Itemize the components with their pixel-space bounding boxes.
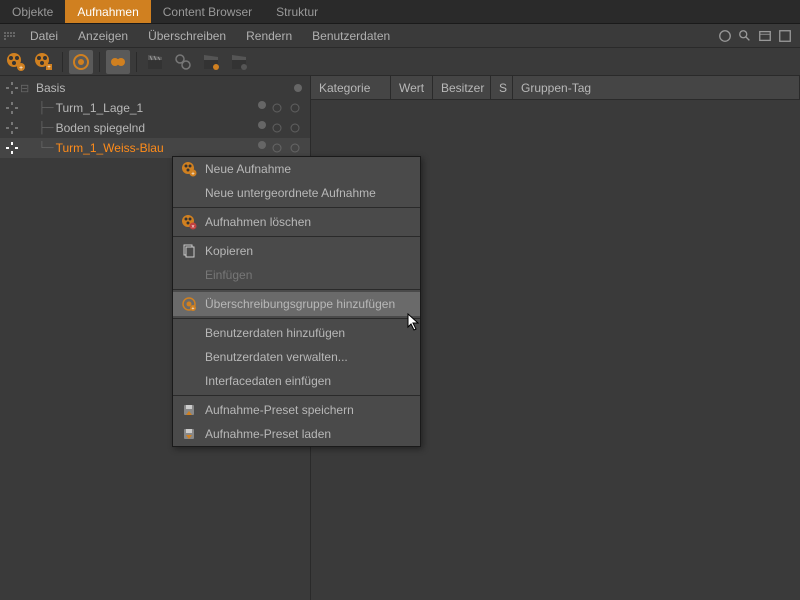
th-gruppen-tag[interactable]: Gruppen-Tag [513, 76, 800, 99]
th-besitzer[interactable]: Besitzer [433, 76, 491, 99]
gear-icon[interactable] [270, 101, 284, 115]
menu-datei[interactable]: Datei [20, 24, 68, 48]
svg-text:+: + [19, 65, 23, 72]
context-menu-label: Aufnahme-Preset laden [205, 427, 412, 441]
context-menu-item[interactable]: Neue untergeordnete Aufnahme [173, 181, 420, 205]
search-icon[interactable] [738, 29, 752, 43]
context-menu-label: Einfügen [205, 268, 412, 282]
context-menu-item[interactable]: Aufnahme-Preset laden [173, 422, 420, 446]
tree-root[interactable]: ⊟ Basis [0, 78, 310, 98]
toolbar: + + [0, 48, 800, 76]
visibility-dot-icon[interactable] [258, 101, 266, 109]
tool-gears[interactable] [171, 50, 195, 74]
context-menu-item[interactable]: Kopieren [173, 239, 420, 263]
target-icon [6, 102, 18, 114]
preset-load-icon [181, 426, 197, 442]
context-menu-label: Aufnahme-Preset speichern [205, 403, 412, 417]
tool-clapper-2[interactable] [199, 50, 223, 74]
blank-icon [181, 267, 197, 283]
menu-benutzerdaten[interactable]: Benutzerdaten [302, 24, 400, 48]
tree-item-label: Turm_1_Lage_1 [54, 101, 258, 115]
blank-icon [181, 349, 197, 365]
tree-item-0[interactable]: ├─ Turm_1_Lage_1 [0, 98, 310, 118]
svg-text:×: × [191, 225, 195, 231]
gear-icon[interactable] [270, 121, 284, 135]
th-s[interactable]: S [491, 76, 513, 99]
svg-text:+: + [192, 306, 195, 312]
svg-text:+: + [47, 65, 51, 71]
circle-icon[interactable] [718, 29, 732, 43]
context-menu-label: Überschreibungsgruppe hinzufügen [205, 297, 412, 311]
context-menu-item[interactable]: + Überschreibungsgruppe hinzufügen [173, 292, 420, 316]
menu-bar: Datei Anzeigen Überschreiben Rendern Ben… [0, 24, 800, 48]
gear-icon[interactable] [288, 141, 302, 155]
context-menu-label: Neue untergeordnete Aufnahme [205, 186, 412, 200]
tool-film-add[interactable]: + [4, 50, 28, 74]
menu-anzeigen[interactable]: Anzeigen [68, 24, 138, 48]
menu-ueberschreiben[interactable]: Überschreiben [138, 24, 236, 48]
context-menu-item[interactable]: × Aufnahmen löschen [173, 210, 420, 234]
tool-override[interactable] [69, 50, 93, 74]
context-menu-label: Benutzerdaten verwalten... [205, 350, 412, 364]
context-menu-item[interactable]: Benutzerdaten verwalten... [173, 345, 420, 369]
drag-handle-icon[interactable] [4, 27, 16, 45]
maximize-icon[interactable] [778, 29, 792, 43]
visibility-dot-icon[interactable] [258, 141, 266, 149]
target-icon [6, 82, 18, 94]
film-x-icon: × [181, 214, 197, 230]
tree-item-2[interactable]: └─ Turm_1_Weiss-Blau [0, 138, 310, 158]
tool-clapper-1[interactable] [143, 50, 167, 74]
visibility-dot-icon[interactable] [258, 121, 266, 129]
gear-icon[interactable] [288, 101, 302, 115]
blank-icon [181, 373, 197, 389]
tab-aufnahmen[interactable]: Aufnahmen [65, 0, 150, 23]
th-kategorie[interactable]: Kategorie [311, 76, 391, 99]
context-menu-label: Benutzerdaten hinzufügen [205, 326, 412, 340]
menu-rendern[interactable]: Rendern [236, 24, 302, 48]
tab-content-browser[interactable]: Content Browser [151, 0, 264, 23]
tree-item-1[interactable]: ├─ Boden spiegelnd [0, 118, 310, 138]
target-icon [6, 122, 18, 134]
context-menu-item[interactable]: Aufnahme-Preset speichern [173, 398, 420, 422]
context-menu-separator [173, 395, 420, 396]
context-menu-item[interactable]: Benutzerdaten hinzufügen [173, 321, 420, 345]
context-menu-label: Kopieren [205, 244, 412, 258]
tree-item-label: Boden spiegelnd [54, 121, 258, 135]
context-menu-item[interactable]: + Neue Aufnahme [173, 157, 420, 181]
context-menu-item[interactable]: Interfacedaten einfügen [173, 369, 420, 393]
context-menu-item: Einfügen [173, 263, 420, 287]
target-icon [6, 142, 18, 154]
context-menu-label: Interfacedaten einfügen [205, 374, 412, 388]
context-menu-label: Aufnahmen löschen [205, 215, 412, 229]
table-header: Kategorie Wert Besitzer S Gruppen-Tag [311, 76, 800, 100]
th-wert[interactable]: Wert [391, 76, 433, 99]
svg-text:+: + [191, 172, 195, 178]
main-tab-bar: Objekte Aufnahmen Content Browser Strukt… [0, 0, 800, 24]
tool-film-add-sub[interactable]: + [32, 50, 56, 74]
context-menu-separator [173, 318, 420, 319]
context-menu-separator [173, 236, 420, 237]
film-plus-icon: + [181, 161, 197, 177]
preset-save-icon [181, 402, 197, 418]
context-menu-label: Neue Aufnahme [205, 162, 412, 176]
override-icon: + [181, 296, 197, 312]
tree-root-label: Basis [34, 81, 294, 95]
copy-icon [181, 243, 197, 259]
tab-objekte[interactable]: Objekte [0, 0, 65, 23]
context-menu: + Neue Aufnahme Neue untergeordnete Aufnah… [172, 156, 421, 447]
tool-clapper-3[interactable] [227, 50, 251, 74]
tree-item-label: Turm_1_Weiss-Blau [54, 141, 258, 155]
visibility-dot-icon[interactable] [294, 84, 302, 92]
panel-icon[interactable] [758, 29, 772, 43]
tool-link[interactable] [106, 50, 130, 74]
gear-icon[interactable] [288, 121, 302, 135]
tab-struktur[interactable]: Struktur [264, 0, 330, 23]
context-menu-separator [173, 207, 420, 208]
gear-icon[interactable] [270, 141, 284, 155]
blank-icon [181, 325, 197, 341]
blank-icon [181, 185, 197, 201]
context-menu-separator [173, 289, 420, 290]
